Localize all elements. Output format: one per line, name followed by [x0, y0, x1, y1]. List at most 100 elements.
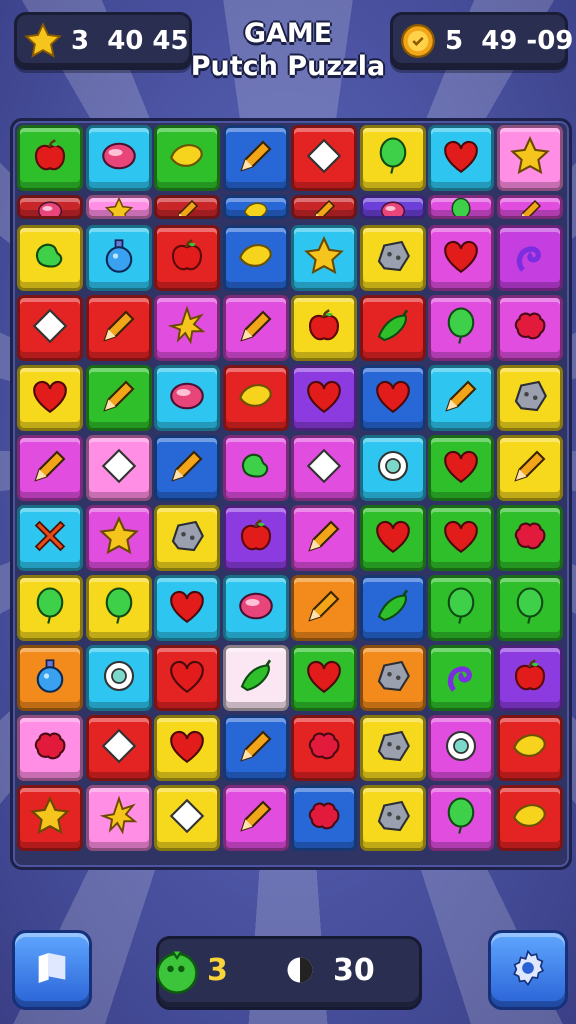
- pencil-icon: [98, 305, 140, 351]
- balloon-icon: [446, 198, 476, 216]
- lemon-tile[interactable]: [222, 225, 289, 291]
- lemon-tile[interactable]: [496, 715, 563, 781]
- settings-button[interactable]: [488, 930, 568, 1010]
- diamond-tile[interactable]: [154, 785, 220, 851]
- heart-tile[interactable]: [17, 365, 83, 431]
- rock-tile[interactable]: [359, 645, 426, 711]
- lemon-tile[interactable]: [222, 365, 289, 431]
- heart-icon: [166, 655, 208, 701]
- heart-tile[interactable]: [291, 645, 357, 711]
- diamond-tile[interactable]: [85, 715, 152, 781]
- rock-icon: [372, 795, 414, 841]
- pencil-tile[interactable]: [428, 365, 494, 431]
- heart-tile[interactable]: [428, 505, 494, 571]
- balloon-tile[interactable]: [428, 575, 494, 641]
- pencil-tile[interactable]: [222, 715, 289, 781]
- heart-tile[interactable]: [428, 435, 494, 501]
- pepper-tile[interactable]: [359, 575, 426, 641]
- star-tile[interactable]: [291, 225, 357, 291]
- apple-tile[interactable]: [222, 505, 289, 571]
- pencil-tile[interactable]: [496, 435, 563, 501]
- balloon-tile[interactable]: [428, 785, 494, 851]
- swirl-tile[interactable]: [428, 645, 494, 711]
- ring-tile[interactable]: [359, 435, 426, 501]
- ring-tile[interactable]: [428, 715, 494, 781]
- rock-tile[interactable]: [359, 225, 426, 291]
- heart-icon: [440, 235, 482, 281]
- heart-tile[interactable]: [359, 505, 426, 571]
- apple-tile[interactable]: [17, 125, 83, 191]
- pencil-tile[interactable]: [291, 575, 357, 641]
- heart-tile[interactable]: [359, 365, 426, 431]
- balloon-tile[interactable]: [496, 575, 563, 641]
- time-value: 30: [333, 953, 375, 988]
- swirl-tile[interactable]: [496, 225, 563, 291]
- diamond-tile[interactable]: [291, 125, 357, 191]
- apple-tile[interactable]: [291, 295, 357, 361]
- potion-tile[interactable]: [17, 645, 83, 711]
- balloon-tile[interactable]: [359, 125, 426, 191]
- apple-tile[interactable]: [496, 645, 563, 711]
- bean-tile[interactable]: [222, 435, 289, 501]
- blob-tile[interactable]: [291, 785, 357, 851]
- burst-tile[interactable]: [85, 785, 152, 851]
- pepper-tile[interactable]: [359, 295, 426, 361]
- pencil-tile[interactable]: [17, 435, 83, 501]
- heart-tile[interactable]: [154, 715, 220, 781]
- gem-tile[interactable]: [359, 195, 426, 219]
- balloon-tile[interactable]: [17, 575, 83, 641]
- stars-counter: 3 40 45: [14, 12, 192, 70]
- heart-tile[interactable]: [428, 125, 494, 191]
- ring-tile[interactable]: [85, 645, 152, 711]
- pencil-tile[interactable]: [85, 295, 152, 361]
- pencil-tile[interactable]: [222, 295, 289, 361]
- lemon-tile[interactable]: [222, 195, 289, 219]
- pepper-tile[interactable]: [222, 645, 289, 711]
- gem-tile[interactable]: [222, 575, 289, 641]
- heart-tile[interactable]: [291, 365, 357, 431]
- pencil-tile[interactable]: [496, 195, 563, 219]
- pencil-tile[interactable]: [154, 435, 220, 501]
- diamond-tile[interactable]: [291, 435, 357, 501]
- cross-tile[interactable]: [17, 505, 83, 571]
- blob-tile[interactable]: [291, 715, 357, 781]
- blob-tile[interactable]: [496, 295, 563, 361]
- balloon-tile[interactable]: [428, 295, 494, 361]
- star-tile[interactable]: [85, 195, 152, 219]
- apple-tile[interactable]: [154, 225, 220, 291]
- pencil-tile[interactable]: [222, 125, 289, 191]
- pencil-tile[interactable]: [222, 785, 289, 851]
- gem-tile[interactable]: [154, 365, 220, 431]
- pencil-tile[interactable]: [154, 195, 220, 219]
- map-button[interactable]: [12, 930, 92, 1010]
- diamond-tile[interactable]: [85, 435, 152, 501]
- rock-tile[interactable]: [154, 505, 220, 571]
- gem-tile[interactable]: [17, 195, 83, 219]
- pencil-tile[interactable]: [85, 365, 152, 431]
- gem-tile[interactable]: [85, 125, 152, 191]
- heart-tile[interactable]: [154, 575, 220, 641]
- ring-icon: [98, 655, 140, 701]
- lemon-tile[interactable]: [496, 785, 563, 851]
- diamond-tile[interactable]: [17, 295, 83, 361]
- blob-tile[interactable]: [17, 715, 83, 781]
- rock-tile[interactable]: [359, 785, 426, 851]
- burst-tile[interactable]: [154, 295, 220, 361]
- blob-tile[interactable]: [496, 505, 563, 571]
- heart-tile[interactable]: [428, 225, 494, 291]
- bean-tile[interactable]: [17, 225, 83, 291]
- rock-tile[interactable]: [359, 715, 426, 781]
- rock-tile[interactable]: [496, 365, 563, 431]
- lemon-tile[interactable]: [154, 125, 220, 191]
- balloon-tile[interactable]: [428, 195, 494, 219]
- star-tile[interactable]: [85, 505, 152, 571]
- balloon-tile[interactable]: [85, 575, 152, 641]
- gear-icon: [508, 948, 548, 992]
- heart-tile[interactable]: [154, 645, 220, 711]
- star-tile[interactable]: [17, 785, 83, 851]
- pencil-tile[interactable]: [291, 195, 357, 219]
- pencil-tile[interactable]: [291, 505, 357, 571]
- potion-tile[interactable]: [85, 225, 152, 291]
- balloon-icon: [372, 135, 414, 181]
- star-tile[interactable]: [496, 125, 563, 191]
